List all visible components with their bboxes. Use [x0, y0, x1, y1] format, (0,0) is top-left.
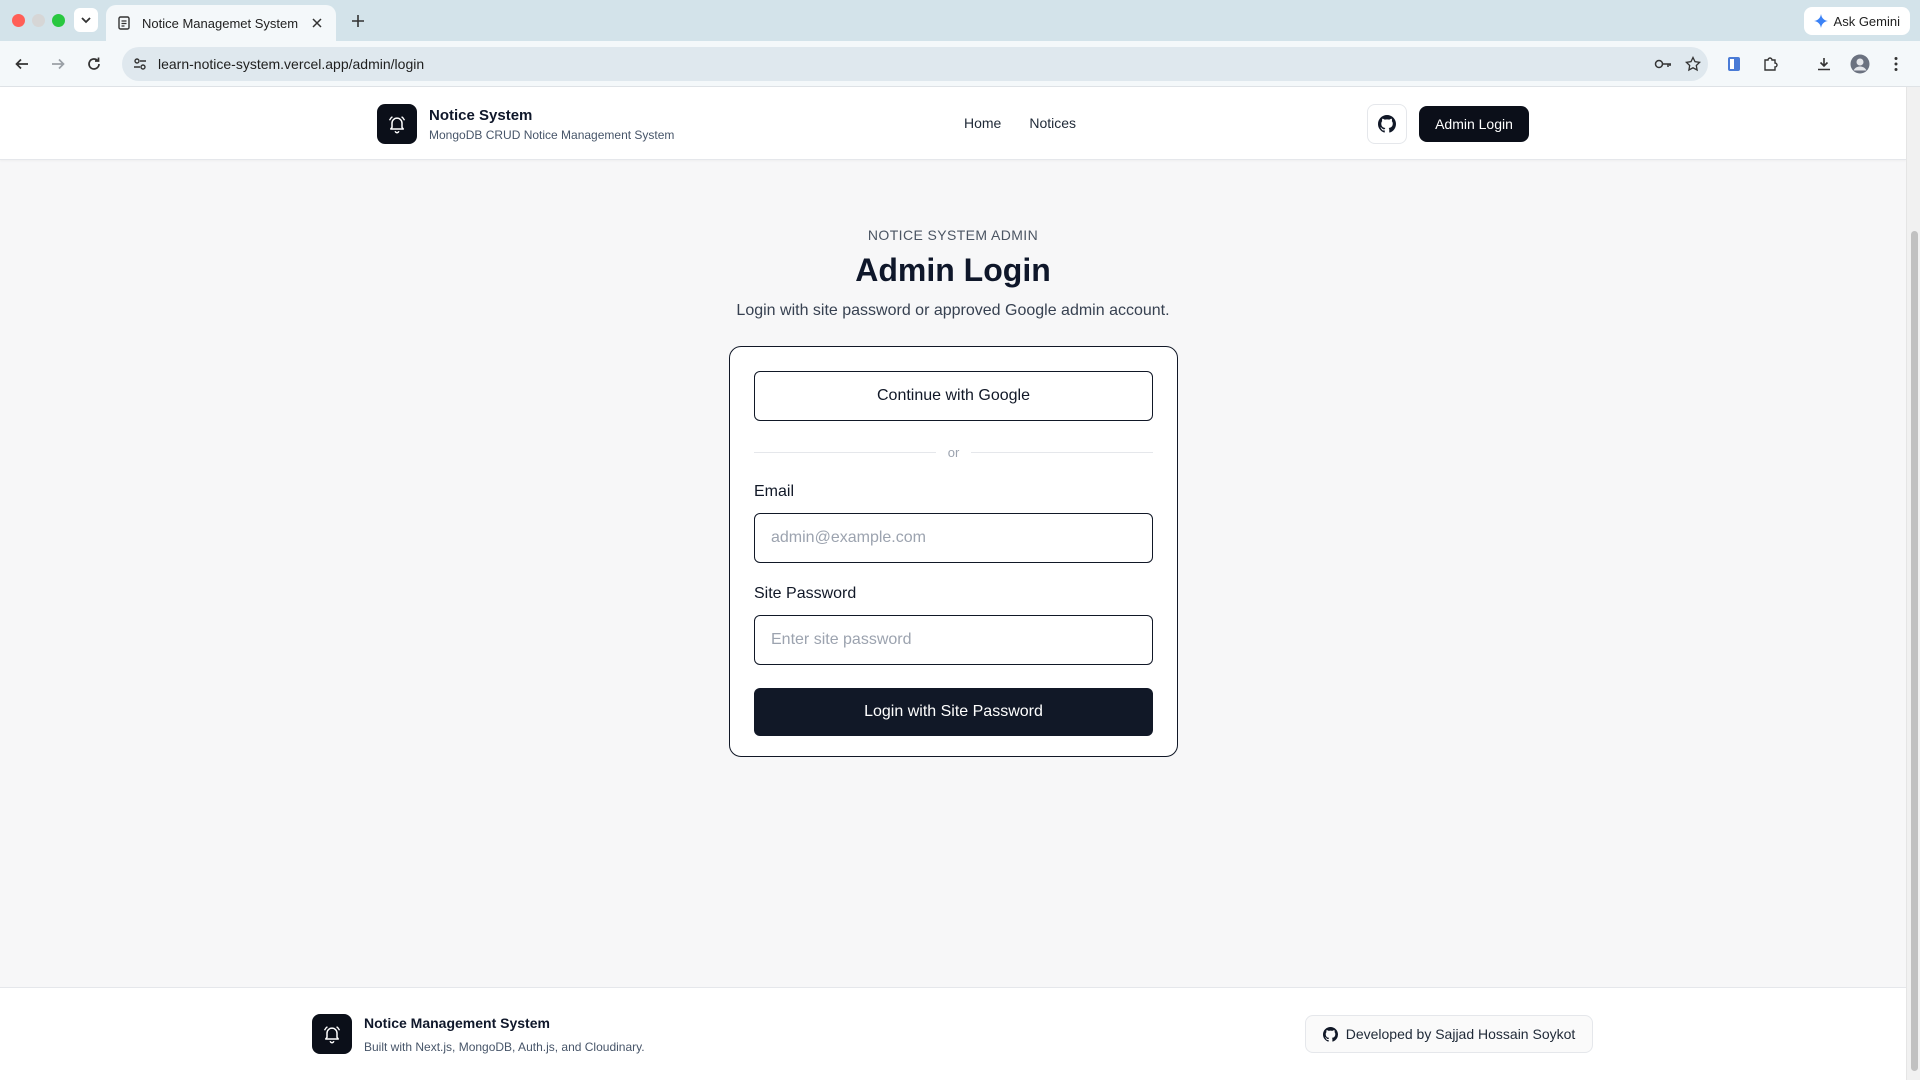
- tab-close-button[interactable]: [308, 14, 326, 32]
- github-icon: [1322, 1026, 1338, 1042]
- footer-bell-logo: [312, 1014, 352, 1054]
- maximize-window-button[interactable]: [52, 14, 65, 27]
- footer-text: Notice Management System Built with Next…: [364, 1015, 645, 1054]
- gemini-sparkle-icon: [1813, 14, 1828, 28]
- more-vertical-icon: [1894, 57, 1898, 71]
- url-text: learn-notice-system.vercel.app/admin/log…: [158, 56, 425, 72]
- footer-brand: Notice Management System Built with Next…: [312, 1014, 645, 1054]
- email-label: Email: [754, 483, 795, 500]
- reload-icon: [88, 57, 100, 70]
- site-header: Notice System MongoDB CRUD Notice Manage…: [0, 87, 1906, 160]
- email-field[interactable]: [754, 513, 1153, 563]
- github-icon: [1378, 115, 1396, 133]
- brand-subtitle: MongoDB CRUD Notice Management System: [429, 127, 675, 142]
- developer-link[interactable]: Developed by Sajjad Hossain Soykot: [1305, 1015, 1593, 1053]
- browser-tab-active[interactable]: Notice Managemet System: [106, 5, 336, 41]
- reading-mode-button[interactable]: [1722, 52, 1746, 76]
- arrow-right-icon: [52, 58, 65, 70]
- login-with-site-password-button[interactable]: Login with Site Password: [754, 688, 1153, 736]
- close-window-button[interactable]: [12, 14, 25, 27]
- brand-title: Notice System: [429, 106, 533, 124]
- forward-button[interactable]: [46, 52, 70, 76]
- divider-line-left: [754, 451, 936, 453]
- puzzle-icon: [1764, 57, 1778, 71]
- brand-text: Notice System MongoDB CRUD Notice Manage…: [429, 107, 674, 142]
- minimize-window-button[interactable]: [32, 14, 45, 27]
- plus-icon: [352, 15, 364, 27]
- or-divider: or: [754, 443, 1153, 461]
- ask-gemini-label: Ask Gemini: [1833, 13, 1900, 29]
- divider-text: or: [947, 444, 960, 460]
- page-description: Login with site password or approved Goo…: [736, 302, 1170, 319]
- password-key-icon[interactable]: [1648, 58, 1678, 70]
- site-password-field[interactable]: [754, 615, 1153, 665]
- main-nav: Home Notices: [964, 115, 1076, 131]
- site-footer: Notice Management System Built with Next…: [0, 987, 1906, 1080]
- download-icon: [1818, 58, 1830, 71]
- profile-button[interactable]: [1848, 52, 1872, 76]
- site-settings-icon[interactable]: [122, 56, 158, 72]
- arrow-left-icon: [15, 58, 28, 70]
- browser-menu-button[interactable]: [1884, 52, 1908, 76]
- extensions-button[interactable]: [1758, 52, 1782, 76]
- reading-mode-icon: [1728, 57, 1740, 71]
- close-icon: [312, 18, 322, 28]
- footer-title: Notice Management System: [364, 1014, 550, 1031]
- bell-icon: [388, 116, 406, 134]
- address-bar[interactable]: learn-notice-system.vercel.app/admin/log…: [122, 47, 1708, 81]
- bell-logo: [377, 104, 417, 144]
- login-hero: NOTICE SYSTEM ADMIN Admin Login Login wi…: [0, 227, 1906, 320]
- ask-gemini-button[interactable]: Ask Gemini: [1803, 7, 1910, 35]
- github-button[interactable]: [1367, 104, 1407, 144]
- new-tab-button[interactable]: [346, 9, 370, 33]
- back-button[interactable]: [10, 52, 34, 76]
- browser-tabstrip: Notice Managemet System Ask Gemini: [0, 0, 1920, 41]
- browser-toolbar: learn-notice-system.vercel.app/admin/log…: [0, 41, 1920, 87]
- bookmark-star-icon[interactable]: [1678, 56, 1708, 72]
- page-scrollbar[interactable]: [1906, 87, 1920, 1080]
- admin-login-button[interactable]: Admin Login: [1419, 106, 1529, 142]
- page-title: Admin Login: [855, 252, 1051, 288]
- chevron-down-icon: [81, 17, 91, 24]
- bell-icon: [323, 1026, 341, 1044]
- continue-with-google-button[interactable]: Continue with Google: [754, 371, 1153, 421]
- scrollbar-thumb[interactable]: [1911, 231, 1918, 1071]
- eyebrow-text: NOTICE SYSTEM ADMIN: [867, 227, 1039, 243]
- page-content: Notice System MongoDB CRUD Notice Manage…: [0, 87, 1906, 1080]
- downloads-button[interactable]: [1812, 52, 1836, 76]
- nav-notices[interactable]: Notices: [1029, 115, 1076, 131]
- avatar-icon: [1850, 54, 1870, 74]
- divider-line-right: [971, 451, 1153, 453]
- reload-button[interactable]: [82, 52, 106, 76]
- footer-subtitle: Built with Next.js, MongoDB, Auth.js, an…: [364, 1039, 645, 1054]
- developer-label: Developed by Sajjad Hossain Soykot: [1345, 1026, 1576, 1042]
- password-label: Site Password: [754, 585, 857, 602]
- login-card: Continue with Google or Email Site Passw…: [729, 346, 1178, 757]
- brand-link[interactable]: Notice System MongoDB CRUD Notice Manage…: [377, 104, 674, 144]
- tab-title: Notice Managemet System: [142, 15, 299, 31]
- document-icon: [116, 15, 132, 31]
- nav-home[interactable]: Home: [964, 115, 1001, 131]
- tab-search-button[interactable]: [74, 8, 98, 32]
